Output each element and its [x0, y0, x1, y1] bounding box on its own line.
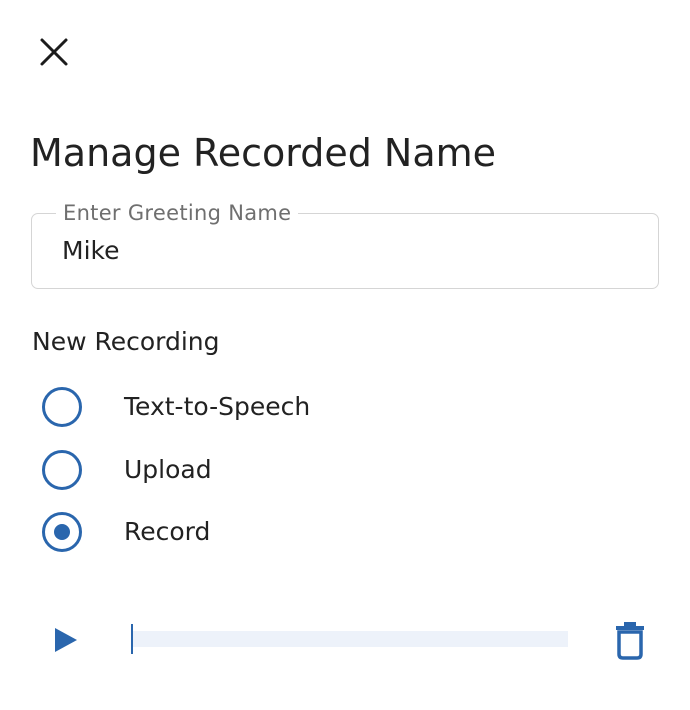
radio-selected-dot	[54, 524, 70, 540]
radio-button-record[interactable]	[42, 512, 82, 552]
radio-label-text-to-speech: Text-to-Speech	[124, 392, 311, 421]
audio-progress-cursor[interactable]	[131, 624, 133, 654]
radio-label-record: Record	[124, 517, 211, 546]
trash-icon	[616, 622, 644, 660]
delete-recording-button[interactable]	[612, 620, 648, 660]
radio-button-upload[interactable]	[42, 450, 82, 490]
radio-label-upload: Upload	[124, 455, 212, 484]
dialog-title: Manage Recorded Name	[30, 131, 497, 175]
greeting-name-label: Enter Greeting Name	[56, 200, 299, 226]
play-button[interactable]	[48, 622, 84, 658]
radio-option-text-to-speech[interactable]: Text-to-Speech	[42, 387, 442, 427]
close-icon	[40, 38, 68, 66]
greeting-name-input[interactable]	[62, 234, 632, 268]
play-icon	[55, 628, 77, 652]
radio-button-text-to-speech[interactable]	[42, 387, 82, 427]
radio-option-record[interactable]: Record	[42, 512, 442, 552]
close-button[interactable]	[34, 32, 74, 72]
new-recording-heading: New Recording	[32, 327, 220, 356]
radio-option-upload[interactable]: Upload	[42, 450, 442, 490]
greeting-name-field[interactable]: Enter Greeting Name	[31, 200, 659, 289]
audio-progress-track[interactable]	[131, 631, 568, 647]
